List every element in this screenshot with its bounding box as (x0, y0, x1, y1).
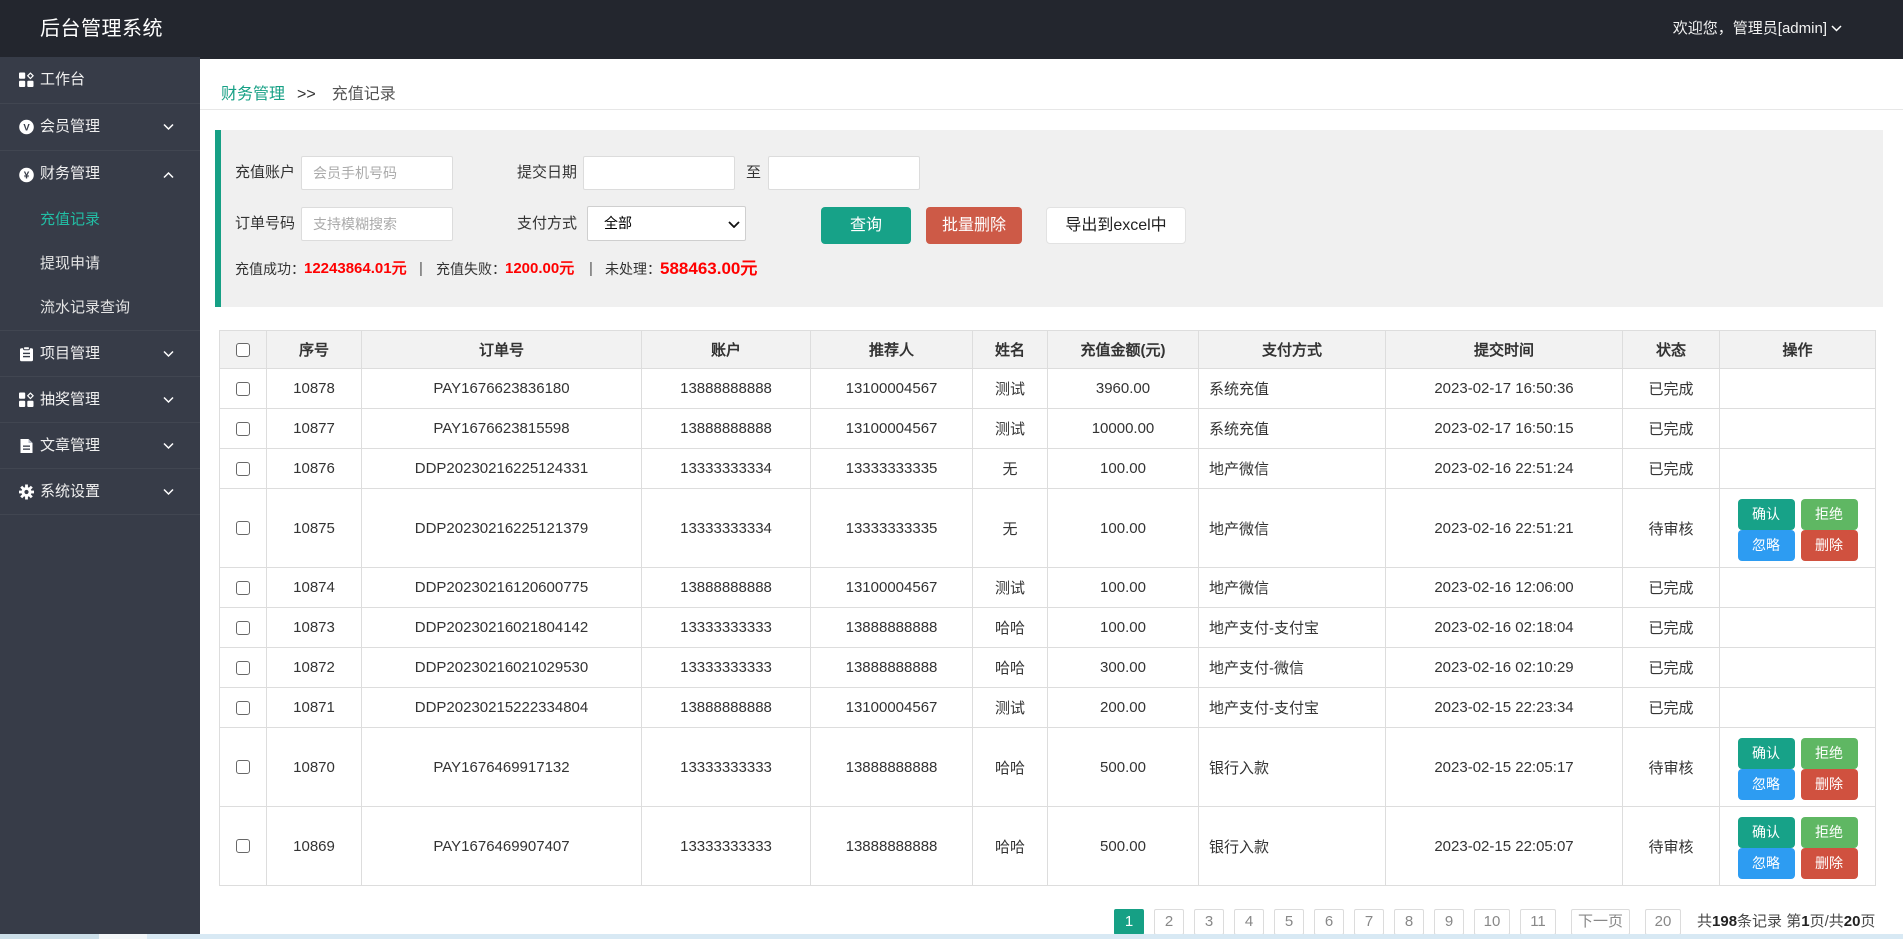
svg-text:¥: ¥ (24, 170, 30, 181)
svg-text:V: V (23, 123, 30, 134)
